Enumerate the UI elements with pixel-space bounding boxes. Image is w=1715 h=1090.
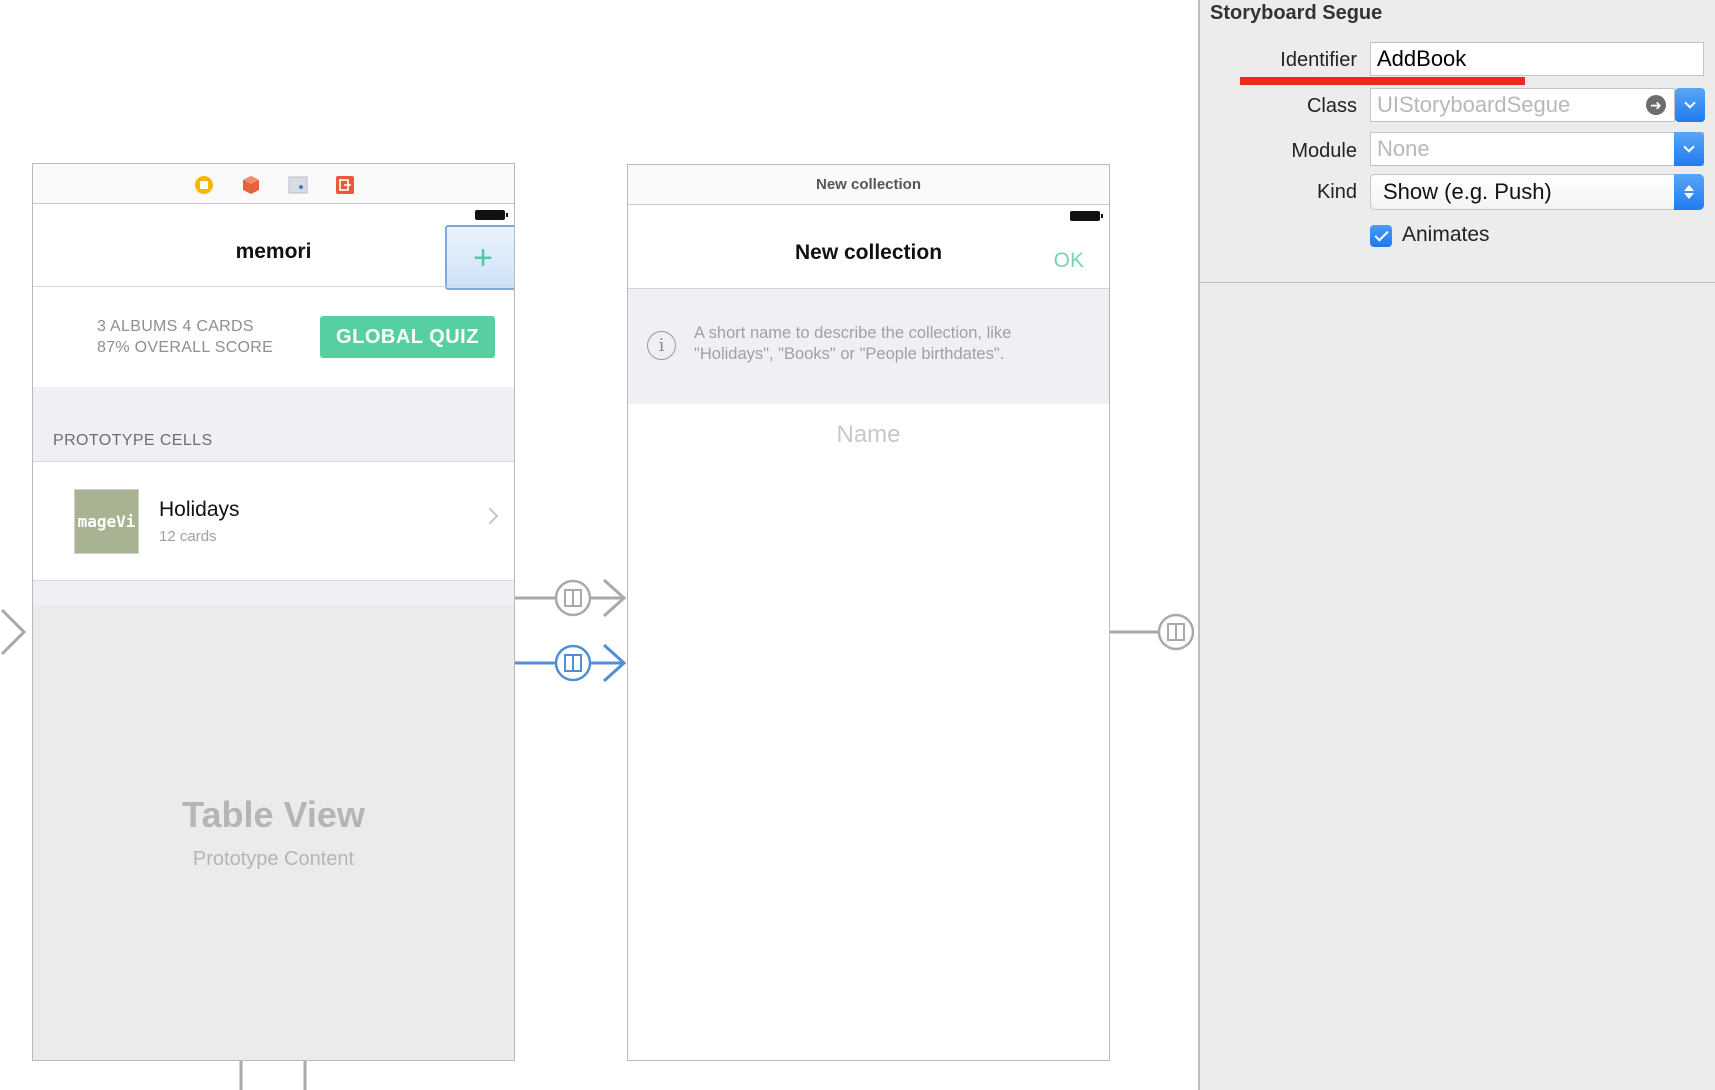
go-to-class-icon[interactable]: ➜ [1646, 95, 1666, 115]
chevron-right-icon [481, 507, 499, 525]
nav-title: memori [235, 240, 312, 263]
cell-gap [33, 581, 514, 605]
section-header: PROTOTYPE CELLS [53, 432, 213, 449]
view-controller-icon[interactable] [194, 175, 214, 195]
memori-scene[interactable]: memori + 3 ALBUMS 4 CARDS 87% OVERALL SC… [32, 163, 515, 1061]
kind-select[interactable]: Show (e.g. Push) [1370, 174, 1704, 210]
segue-outgoing[interactable] [1110, 613, 1195, 651]
new-collection-scene[interactable]: New collection New collection OK i A sho… [627, 164, 1110, 1061]
highlight-underline [1240, 77, 1525, 85]
info-section: i A short name to describe the collectio… [628, 289, 1109, 404]
ok-button[interactable]: OK [1054, 249, 1084, 273]
plus-icon: + [473, 238, 493, 277]
kind-value: Show (e.g. Push) [1383, 179, 1552, 204]
identifier-field[interactable]: AddBook [1370, 42, 1704, 76]
class-value: UIStoryboardSegue [1377, 92, 1571, 117]
initial-entry-arrow [0, 608, 27, 656]
battery-icon [1070, 211, 1103, 221]
stats-summary: 3 ALBUMS 4 CARDS 87% OVERALL SCORE [97, 316, 273, 358]
inspector-section-title: Storyboard Segue [1210, 2, 1383, 24]
scene-dock [33, 164, 514, 204]
storyboard-reference-icon[interactable] [288, 175, 308, 195]
animates-checkbox[interactable] [1370, 225, 1392, 247]
info-text-line2: "Holidays", "Books" or "People birthdate… [694, 345, 1005, 363]
info-icon: i [647, 331, 676, 360]
animates-label: Animates [1402, 223, 1490, 246]
table-view-subtitle: Prototype Content [192, 848, 355, 870]
identifier-label: Identifier [1280, 49, 1357, 71]
scene-title-bar: New collection [628, 165, 1109, 205]
navigation-bar: New collection [628, 229, 1109, 277]
kind-label: Kind [1316, 181, 1357, 203]
segue-selected-blue[interactable] [515, 643, 627, 683]
module-value: None [1377, 136, 1430, 161]
navigation-bar: memori [33, 228, 514, 276]
exit-icon[interactable] [335, 175, 355, 195]
table-view-title: Table View [182, 794, 365, 835]
class-dropdown-button[interactable] [1675, 88, 1705, 122]
cell-title: Holidays [159, 498, 240, 521]
storyboard-canvas: memori + 3 ALBUMS 4 CARDS 87% OVERALL SC… [0, 0, 1715, 1090]
identifier-value: AddBook [1377, 46, 1467, 71]
scene-title: New collection [815, 176, 922, 193]
global-quiz-button[interactable]: GLOBAL QUIZ [320, 316, 495, 358]
class-field[interactable]: UIStoryboardSegue ➜ [1370, 88, 1675, 122]
name-input[interactable]: Name [628, 421, 1109, 449]
album-thumbnail: mageVi [74, 489, 139, 554]
stats-albums-cards: 3 ALBUMS 4 CARDS [97, 318, 254, 335]
nav-divider [33, 286, 514, 287]
module-dropdown-button[interactable] [1674, 132, 1704, 166]
cell-subtitle: 12 cards [159, 528, 217, 545]
add-collection-button[interactable]: + [445, 225, 514, 290]
checkmark-icon [1373, 227, 1389, 242]
first-responder-icon[interactable] [241, 175, 261, 195]
battery-icon [475, 210, 508, 220]
kind-stepper-icon [1674, 174, 1704, 210]
module-label: Module [1291, 140, 1357, 162]
class-label: Class [1306, 95, 1357, 117]
info-text: A short name to describe the collection,… [694, 323, 1094, 365]
table-row[interactable]: mageVi Holidays 12 cards [33, 461, 514, 581]
attributes-inspector: Storyboard Segue Identifier AddBook Clas… [1198, 0, 1715, 1090]
inspector-divider [1200, 282, 1715, 283]
info-text-line1: A short name to describe the collection,… [694, 324, 1012, 342]
module-field[interactable]: None [1370, 132, 1704, 166]
stats-overall-score: 87% OVERALL SCORE [97, 339, 274, 356]
segue-gray[interactable] [515, 578, 627, 618]
nav-title: New collection [794, 241, 943, 264]
